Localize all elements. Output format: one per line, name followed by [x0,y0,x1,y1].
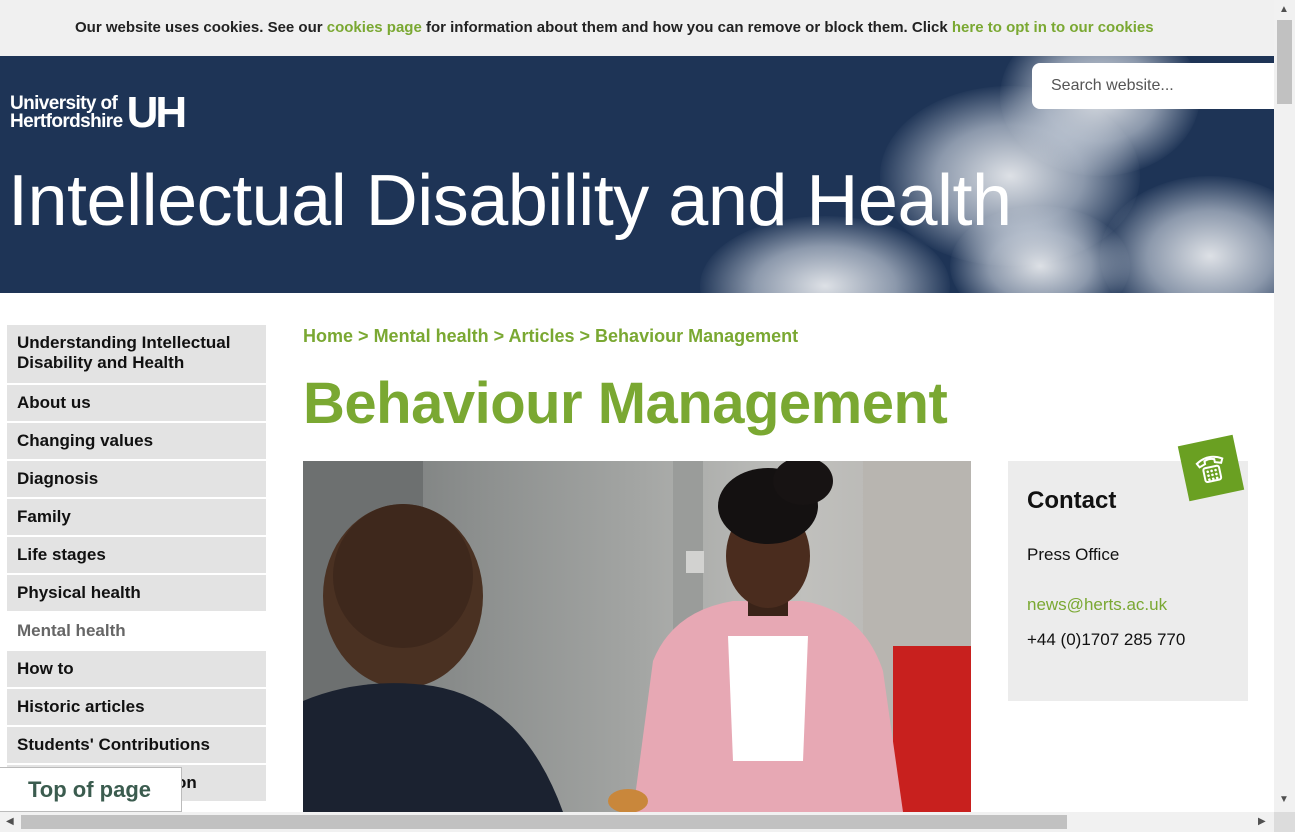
logo-line-2: Hertfordshire [10,111,123,132]
opt-in-cookies-link[interactable]: here to opt in to our cookies [952,19,1154,36]
cookie-text-1: Our website uses cookies. See our [75,19,327,36]
cookie-banner: Our website uses cookies. See our cookie… [0,0,1274,56]
breadcrumb-articles[interactable]: Articles [508,326,574,346]
sidebar-item-life-stages[interactable]: Life stages [7,537,266,575]
horizontal-scroll-thumb[interactable] [21,815,1067,829]
sidebar-item-students-contributions[interactable]: Students' Contributions [7,727,266,765]
telephone-icon [1177,434,1245,502]
cookies-page-link[interactable]: cookies page [327,19,422,36]
sidebar-item-family[interactable]: Family [7,499,266,537]
breadcrumb-separator: > [358,326,369,346]
contact-phone: +44 (0)1707 285 770 [1027,630,1186,649]
scroll-down-arrow-icon[interactable]: ▼ [1279,794,1289,805]
scroll-up-arrow-icon[interactable]: ▲ [1279,4,1289,15]
vertical-scroll-thumb[interactable] [1277,20,1292,104]
page-title: Behaviour Management [303,371,948,436]
contact-office: Press Office [1027,545,1120,564]
site-header: University of Hertfordshire UH Intellect… [0,56,1274,293]
search-input[interactable] [1032,63,1274,109]
breadcrumb-separator: > [579,326,591,346]
breadcrumb-home[interactable]: Home [303,326,353,346]
sidebar-item-about-us[interactable]: About us [7,385,266,423]
site-title[interactable]: Intellectual Disability and Health [8,160,1012,242]
contact-box: Contact Press Office news@herts.ac.uk +4… [1008,461,1248,701]
sidebar-item-mental-health[interactable]: Mental health [7,613,266,651]
horizontal-scrollbar[interactable]: ◀ ▶ [0,812,1274,832]
scrollbar-corner [1274,812,1295,832]
breadcrumb-mental-health[interactable]: Mental health [374,326,489,346]
browser-viewport: Our website uses cookies. See our cookie… [0,0,1274,812]
cookie-text-2: for information about them and how you c… [421,19,952,36]
breadcrumb-current: Behaviour Management [595,326,799,346]
scroll-right-arrow-icon[interactable]: ▶ [1258,816,1266,827]
sidebar-item-how-to[interactable]: How to [7,651,266,689]
scroll-left-arrow-icon[interactable]: ◀ [6,816,14,827]
sidebar-item-changing-values[interactable]: Changing values [7,423,266,461]
sidebar-item-understanding[interactable]: Understanding Intellectual Disability an… [7,325,266,385]
logo-mark: UH [126,88,188,137]
sidebar-nav: Understanding Intellectual Disability an… [7,325,266,803]
article-photo [303,461,971,812]
sidebar-item-diagnosis[interactable]: Diagnosis [7,461,266,499]
university-logo[interactable]: University of Hertfordshire UH [10,88,188,137]
contact-email-link[interactable]: news@herts.ac.uk [1027,595,1229,615]
breadcrumb: Home > Mental health > Articles > Behavi… [303,326,798,347]
vertical-scrollbar[interactable]: ▲ ▼ [1274,0,1295,812]
photo-illustration [303,461,971,812]
sidebar-item-physical-health[interactable]: Physical health [7,575,266,613]
sidebar-item-historic-articles[interactable]: Historic articles [7,689,266,727]
top-of-page-button[interactable]: Top of page [0,767,182,812]
breadcrumb-separator: > [493,326,505,346]
